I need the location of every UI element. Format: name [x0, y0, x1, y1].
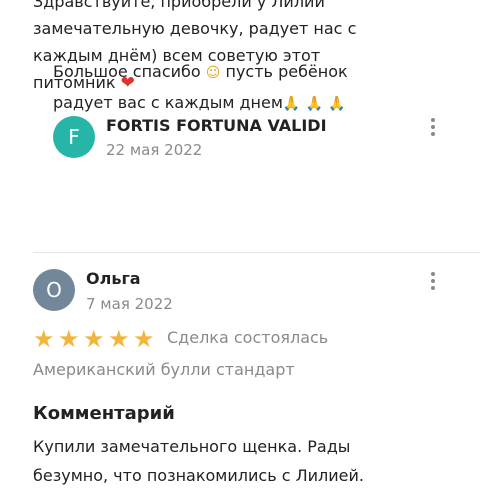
deal-status: Сделка состоялась — [167, 328, 329, 347]
star-icon: ★ — [58, 325, 80, 353]
divider — [33, 252, 480, 253]
review-author[interactable]: Ольга — [86, 269, 141, 288]
reply-date: 22 мая 2022 — [106, 141, 203, 159]
comment-text: Купили замечательного щенка. Рады безумн… — [33, 432, 473, 490]
reply-text-line: радует вас с каждым днем🙏 🙏 🙏 — [53, 93, 346, 112]
folded-hands-icon: 🙏 — [327, 96, 346, 112]
comment-text-line: безумно, что познакомились с Лилией. — [33, 466, 364, 485]
star-icon: ★ — [33, 325, 55, 353]
avatar: О — [33, 269, 75, 311]
breed-label: Американский булли стандарт — [33, 360, 295, 379]
star-icon: ★ — [108, 325, 130, 353]
more-options-icon[interactable] — [425, 118, 441, 142]
reply-text: Большое спасибо ☺ пусть ребёнок радует в… — [53, 57, 413, 119]
more-options-icon[interactable] — [425, 272, 441, 296]
review-text-line: замечательную девочку, радует нас с — [33, 19, 357, 38]
avatar: F — [53, 116, 95, 158]
reply-text-line: Большое спасибо ☺ пусть ребёнок — [53, 62, 348, 81]
review-text-line: Здравствуйте, приобрели у Лилии — [33, 0, 325, 11]
smiling-face-with-hearts-icon: ☺ — [205, 65, 221, 81]
star-icon: ★ — [133, 325, 155, 353]
review-date: 7 мая 2022 — [86, 295, 173, 313]
star-icon: ★ — [83, 325, 105, 353]
folded-hands-icon: 🙏 — [305, 96, 323, 112]
folded-hands-icon: 🙏 — [282, 96, 301, 112]
comment-text-line: Купили замечательного щенка. Рады — [33, 437, 351, 456]
comment-heading: Комментарий — [33, 403, 175, 424]
star-rating: ★ ★ ★ ★ ★ — [33, 327, 158, 351]
